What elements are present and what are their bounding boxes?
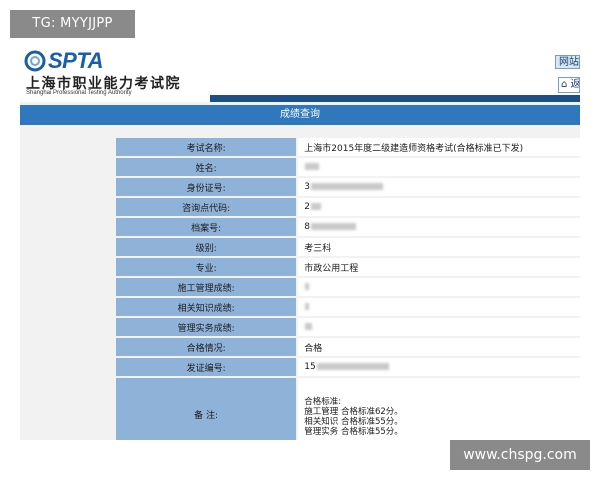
redacted-blur (316, 363, 389, 370)
org-name-en: Shanghai Professional Testing Authority (26, 90, 132, 96)
field-label: 姓名: (116, 158, 297, 176)
field-value (296, 278, 580, 296)
table-row: 级别: 考三科 (116, 238, 580, 256)
field-value (296, 298, 580, 316)
field-value-text: 3 (304, 182, 310, 192)
spta-logo-icon (24, 50, 46, 72)
field-value: 考三科 (296, 238, 580, 256)
field-value-text: 市政公用工程 (304, 263, 359, 274)
table-row: 相关知识成绩: (116, 298, 580, 316)
table-row: 身份证号: 3 (116, 178, 580, 196)
watermark-top: TG: MYYJJPP (10, 10, 135, 38)
remarks-label: 备 注: (116, 378, 297, 440)
field-value-text: 合格 (304, 343, 323, 354)
field-label: 施工管理成绩: (116, 278, 297, 296)
field-value-text: 8 (304, 222, 310, 232)
remarks-line: 施工管理 合格标准62分。 (304, 407, 403, 417)
remarks-block: 合格标准: 施工管理 合格标准62分。 相关知识 合格标准55分。 管理实务 合格标准… (304, 391, 580, 437)
field-value: 3 (296, 178, 580, 196)
browser-screen: SPTA 上海市职业能力考试院 Shanghai Professional Te… (20, 40, 580, 440)
site-nav-link[interactable]: 网站首 (555, 55, 580, 69)
page: TG: MYYJJPP SPTA 上海市职业能力考试院 Shanghai Pro… (0, 0, 600, 480)
table-row: 合格情况: 合格 (116, 338, 580, 356)
header-stripe (210, 95, 580, 102)
field-label: 身份证号: (116, 178, 297, 196)
redacted-blur (305, 303, 310, 310)
field-value: 15 (296, 358, 580, 376)
remarks-line: 合格标准: (304, 397, 342, 407)
page-title: 成绩查询 (20, 105, 580, 125)
field-value-text: 2 (304, 202, 310, 212)
field-value: 上海市2015年度二级建造师资格考试(合格标准已下发) (296, 138, 580, 156)
remarks-row: 备 注: 合格标准: 施工管理 合格标准62分。 相关知识 合格标准55分。 管理实务 … (116, 378, 580, 440)
field-value (296, 158, 580, 176)
logo-text: SPTA (48, 48, 104, 73)
redacted-blur (311, 223, 356, 230)
table-row: 管理实务成绩: (116, 318, 580, 336)
field-value-text: 考三科 (304, 243, 332, 254)
remarks-line: 管理实务 合格标准55分。 (304, 427, 403, 437)
field-label: 管理实务成绩: (116, 318, 297, 336)
watermark-bottom: www.chspg.com (450, 440, 590, 470)
redacted-blur (305, 163, 320, 170)
site-header: SPTA 上海市职业能力考试院 Shanghai Professional Te… (20, 40, 580, 102)
redacted-blur (311, 203, 321, 210)
table-row: 施工管理成绩: (116, 278, 580, 296)
field-value: 8 (296, 218, 580, 236)
field-label: 级别: (116, 238, 297, 256)
results-body: 考试名称: 上海市2015年度二级建造师资格考试(合格标准已下发) 姓名: 身份证号:… (116, 138, 580, 440)
field-value: 合格 (296, 338, 580, 356)
table-row: 咨询点代码: 2 (116, 198, 580, 216)
redacted-blur (305, 283, 310, 290)
table-row: 专业: 市政公用工程 (116, 258, 580, 276)
field-label: 考试名称: (116, 138, 297, 156)
field-label: 档案号: (116, 218, 297, 236)
results-table: 考试名称: 上海市2015年度二级建造师资格考试(合格标准已下发) 姓名: 身份证号:… (116, 136, 580, 440)
remarks-value: 合格标准: 施工管理 合格标准62分。 相关知识 合格标准55分。 管理实务 合格标准… (296, 378, 580, 440)
field-label: 相关知识成绩: (116, 298, 297, 316)
table-row: 考试名称: 上海市2015年度二级建造师资格考试(合格标准已下发) (116, 138, 580, 156)
field-label: 专业: (116, 258, 297, 276)
field-label: 合格情况: (116, 338, 297, 356)
table-row: 档案号: 8 (116, 218, 580, 236)
redacted-blur (305, 323, 313, 330)
field-label: 发证编号: (116, 358, 297, 376)
field-value: 2 (296, 198, 580, 216)
field-value (296, 318, 580, 336)
field-label: 咨询点代码: (116, 198, 297, 216)
home-button[interactable]: ⌂ 返 (558, 77, 580, 93)
field-value: 市政公用工程 (296, 258, 580, 276)
redacted-blur (311, 183, 383, 190)
table-row: 发证编号: 15 (116, 358, 580, 376)
field-value-text: 15 (304, 362, 316, 372)
field-value-text: 上海市2015年度二级建造师资格考试(合格标准已下发) (304, 143, 524, 154)
remarks-line: 相关知识 合格标准55分。 (304, 417, 403, 427)
table-row: 姓名: (116, 158, 580, 176)
